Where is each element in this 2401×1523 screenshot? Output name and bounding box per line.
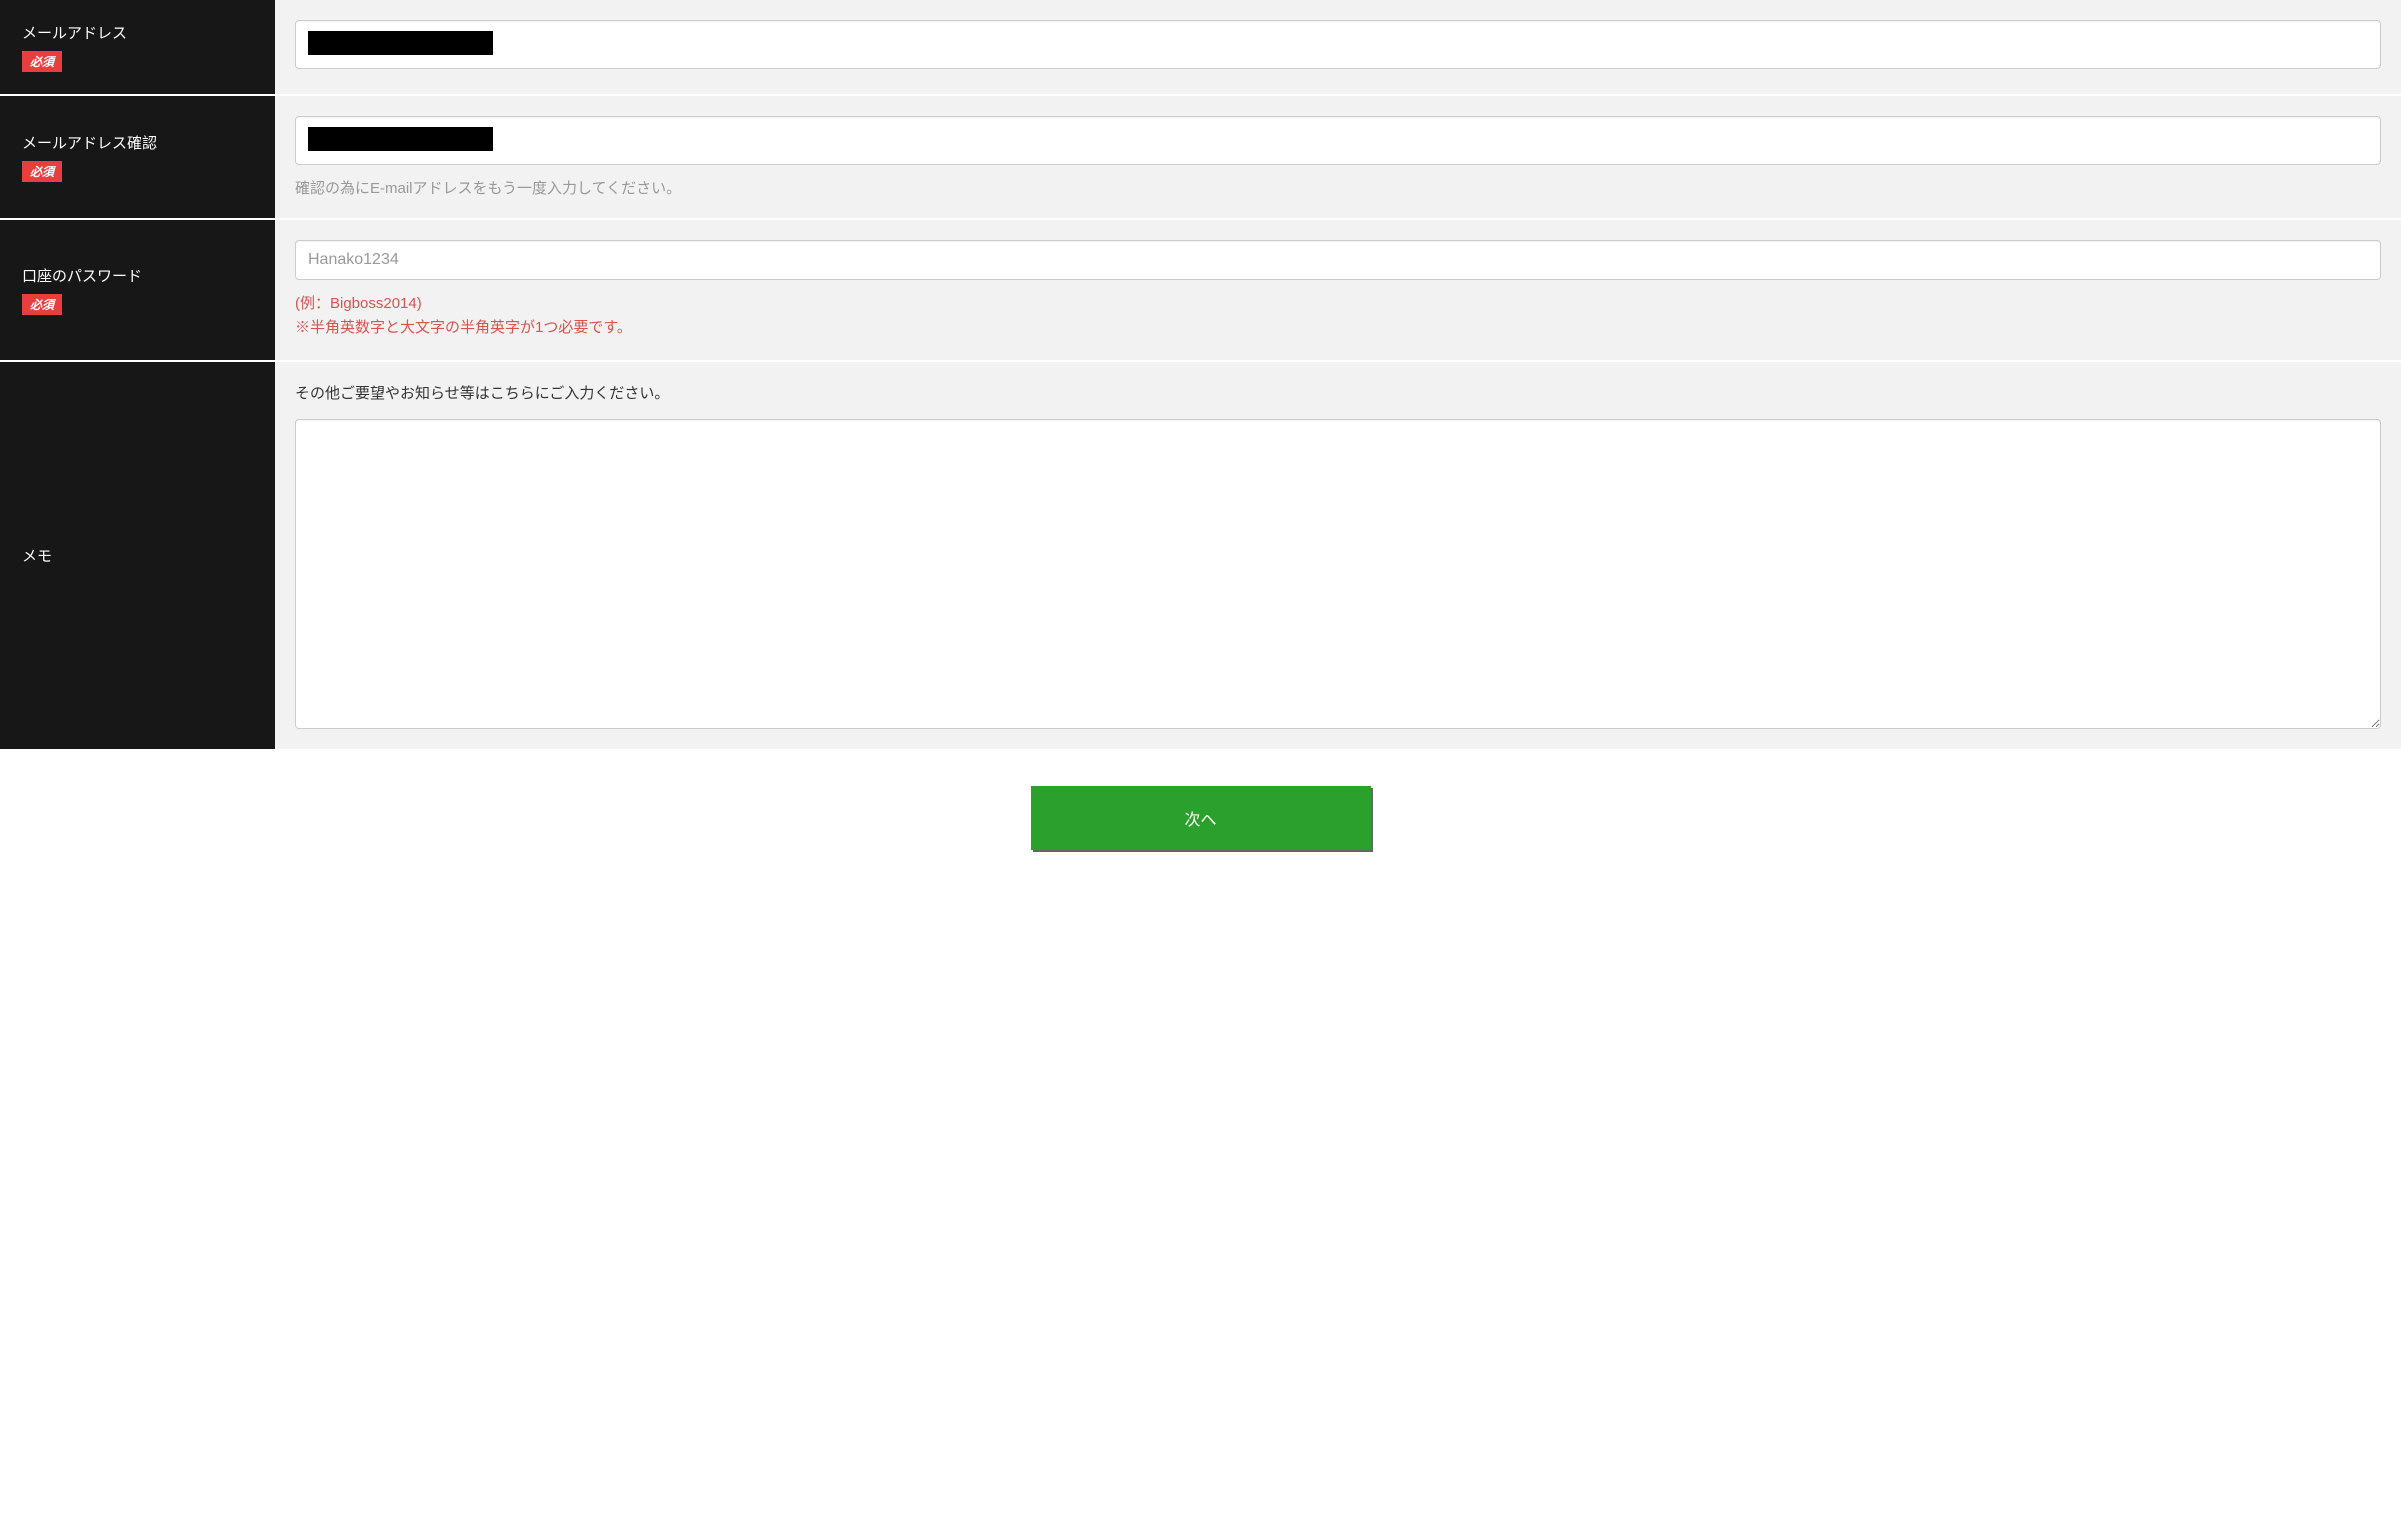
field-email-confirm: 確認の為にE-mailアドレスをもう一度入力してください。 [275,96,2401,218]
label-text-email-confirm: メールアドレス確認 [22,132,157,153]
label-memo: メモ [0,362,275,749]
email-confirm-input[interactable] [295,116,2381,165]
memo-textarea[interactable] [295,419,2381,729]
field-email [275,0,2401,94]
field-memo: その他ご要望やお知らせ等はこちらにご入力ください。 [275,362,2401,749]
registration-form: メールアドレス 必須 メールアドレス確認 必須 確認の為にE-mailアドレスを… [0,0,2401,751]
required-badge: 必須 [22,51,62,72]
form-row-email-confirm: メールアドレス確認 必須 確認の為にE-mailアドレスをもう一度入力してくださ… [0,96,2401,220]
form-row-email: メールアドレス 必須 [0,0,2401,96]
label-email: メールアドレス 必須 [0,0,275,94]
field-password: (例：Bigboss2014) ※半角英数字と大文字の半角英字が1つ必要です。 [275,220,2401,360]
button-container: 次へ [0,751,2401,885]
redacted-value [308,31,493,55]
form-row-password: 口座のパスワード 必須 (例：Bigboss2014) ※半角英数字と大文字の半… [0,220,2401,362]
password-input[interactable] [295,240,2381,280]
label-text-email: メールアドレス [22,22,127,43]
label-text-password: 口座のパスワード [22,265,142,286]
email-input[interactable] [295,20,2381,69]
next-button[interactable]: 次へ [1031,786,1371,850]
memo-description: その他ご要望やお知らせ等はこちらにご入力ください。 [295,382,2381,403]
label-email-confirm: メールアドレス確認 必須 [0,96,275,218]
help-text-email-confirm: 確認の為にE-mailアドレスをもう一度入力してください。 [295,177,2381,198]
label-text-memo: メモ [22,545,52,566]
password-hint-example: (例：Bigboss2014) [295,292,2381,316]
password-hint-rule: ※半角英数字と大文字の半角英字が1つ必要です。 [295,316,2381,340]
password-hint: (例：Bigboss2014) ※半角英数字と大文字の半角英字が1つ必要です。 [295,292,2381,340]
required-badge: 必須 [22,294,62,315]
required-badge: 必須 [22,161,62,182]
form-row-memo: メモ その他ご要望やお知らせ等はこちらにご入力ください。 [0,362,2401,751]
redacted-value [308,127,493,151]
label-password: 口座のパスワード 必須 [0,220,275,360]
